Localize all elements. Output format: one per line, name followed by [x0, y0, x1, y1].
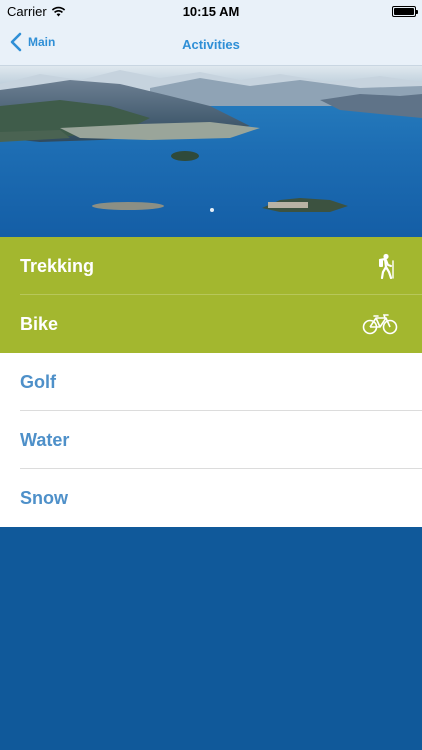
top-bar: Carrier 10:15 AM Main Activities: [0, 0, 422, 66]
activity-label: Trekking: [20, 255, 95, 276]
activity-row-snow[interactable]: Snow: [0, 469, 422, 527]
page-title: Activities: [182, 37, 240, 52]
activity-label: Snow: [20, 487, 68, 508]
activity-label: Bike: [20, 313, 59, 334]
status-time: 10:15 AM: [182, 4, 240, 19]
activity-list: Trekking Bike Golf Water Snow: [0, 237, 422, 527]
activity-row-golf[interactable]: Golf: [0, 353, 422, 411]
activity-label: Golf: [20, 371, 56, 392]
lake-hero-image: [0, 66, 422, 237]
activity-row-bike[interactable]: Bike: [0, 295, 422, 353]
activity-label: Water: [20, 429, 70, 450]
navigation-bar: Main Activities: [0, 22, 422, 66]
activity-row-water[interactable]: Water: [0, 411, 422, 469]
bicycle-icon: [362, 313, 398, 335]
status-bar: Carrier 10:15 AM: [0, 0, 422, 22]
battery-icon: [392, 6, 418, 17]
activity-row-trekking[interactable]: Trekking: [0, 237, 422, 295]
hiker-icon: [376, 253, 398, 279]
